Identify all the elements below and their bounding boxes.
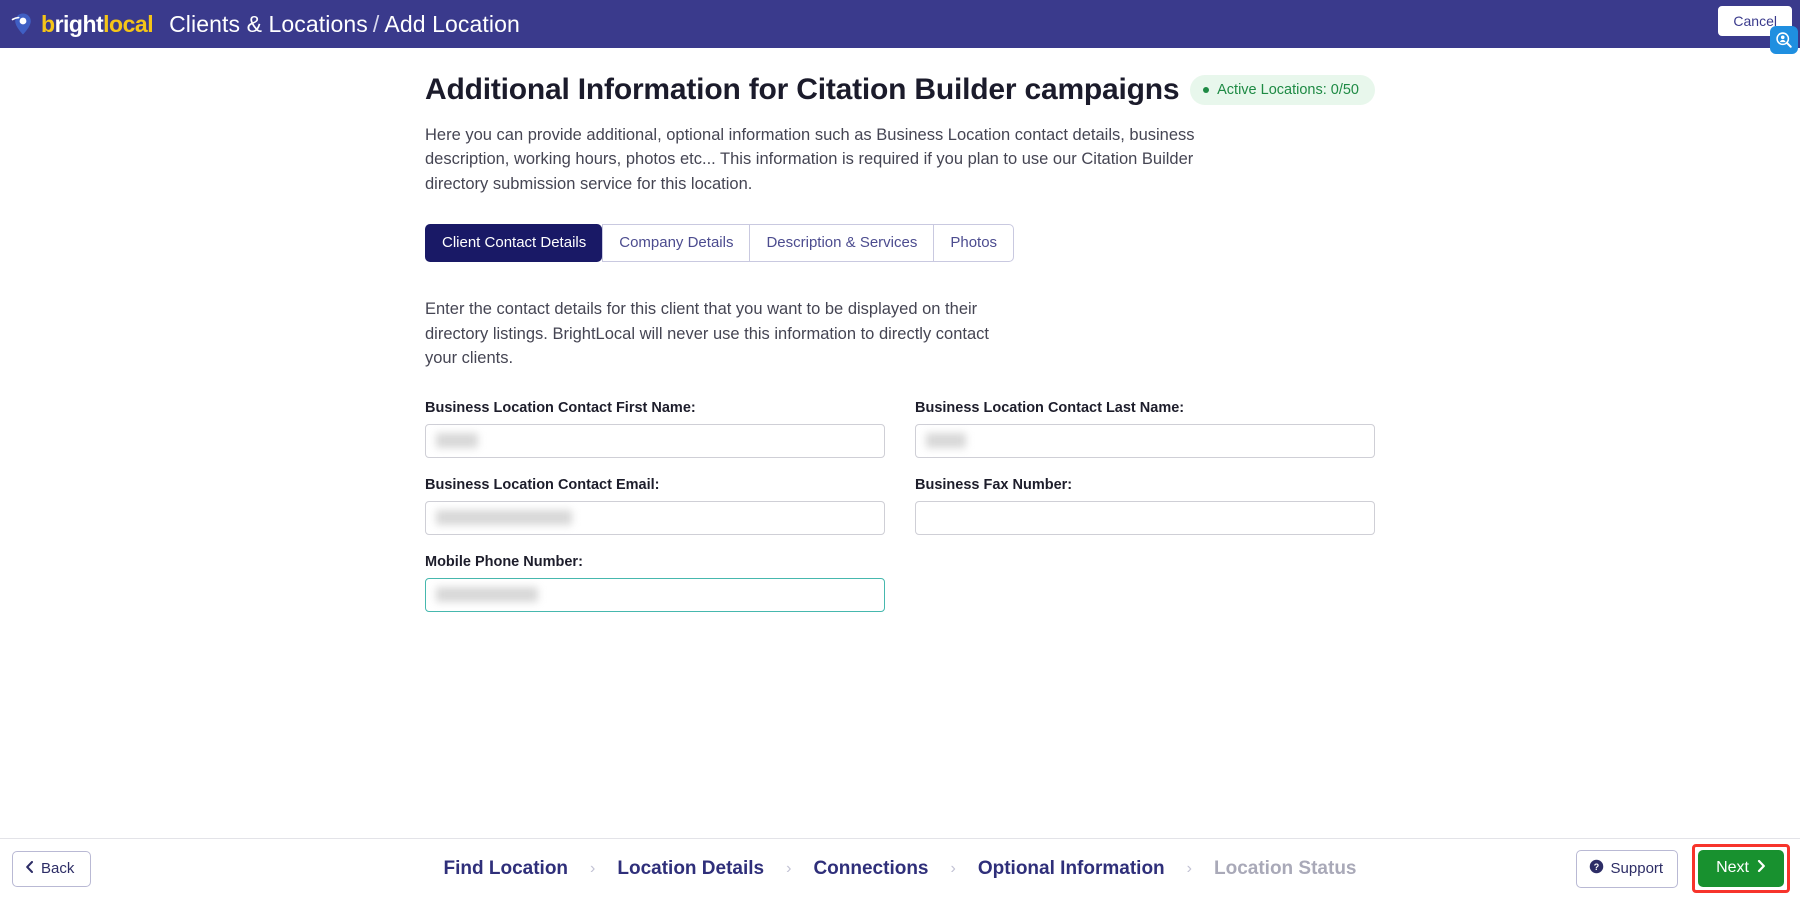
step-optional-information[interactable]: Optional Information: [978, 858, 1165, 880]
form-row: Mobile Phone Number:: [425, 554, 1375, 612]
form-field: Mobile Phone Number:: [425, 554, 885, 612]
optional-information-panel: Additional Information for Citation Buil…: [425, 73, 1375, 631]
step-separator-icon: ›: [590, 860, 595, 878]
step-location-status: Location Status: [1214, 858, 1357, 880]
back-button[interactable]: Back: [12, 851, 91, 887]
step-separator-icon: ›: [1187, 860, 1192, 878]
status-dot-icon: [1203, 87, 1209, 93]
logo-part-3: local: [103, 13, 153, 36]
active-locations-badge: Active Locations: 0/50: [1190, 75, 1375, 105]
support-button[interactable]: ? Support: [1576, 850, 1679, 888]
support-button-label: Support: [1611, 860, 1664, 877]
field-label: Mobile Phone Number:: [425, 554, 885, 570]
form-field: Business Fax Number:: [915, 477, 1375, 535]
field-input-wrapper: [425, 578, 885, 612]
field-label: Business Location Contact Last Name:: [915, 400, 1375, 416]
tab-photos[interactable]: Photos: [933, 224, 1014, 262]
business-fax-number-input[interactable]: [915, 501, 1375, 535]
tab-description-services[interactable]: Description & Services: [749, 224, 933, 262]
page-title: Additional Information for Citation Buil…: [425, 73, 1179, 107]
step-separator-icon: ›: [951, 860, 956, 878]
main-content: Additional Information for Citation Buil…: [0, 48, 1800, 838]
step-find-location[interactable]: Find Location: [443, 858, 568, 880]
wizard-steps: Find Location › Location Details › Connectio…: [443, 858, 1356, 880]
tab-client-contact-details[interactable]: Client Contact Details: [425, 224, 602, 262]
active-locations-label: Active Locations: 0/50: [1217, 82, 1359, 98]
tab-bar: Client Contact DetailsCompany DetailsDes…: [425, 224, 1375, 262]
breadcrumb: Clients & Locations/Add Location: [169, 11, 520, 38]
intro-text: Here you can provide additional, optiona…: [425, 123, 1230, 196]
breadcrumb-current: Add Location: [384, 11, 519, 37]
form-field: Business Location Contact Email:: [425, 477, 885, 535]
form-row: Business Location Contact First Name: Bus…: [425, 400, 1375, 458]
field-input-wrapper: [425, 501, 885, 535]
next-button[interactable]: Next: [1698, 850, 1784, 887]
chevron-right-icon: [1757, 860, 1766, 876]
tab-company-details[interactable]: Company Details: [602, 224, 749, 262]
field-input-wrapper: [915, 501, 1375, 535]
map-pin-icon: [10, 11, 36, 37]
breadcrumb-separator: /: [373, 11, 380, 37]
back-button-label: Back: [41, 860, 74, 877]
field-label: Business Location Contact First Name:: [425, 400, 885, 416]
help-circle-icon: ?: [1589, 859, 1604, 878]
app-header: brightlocal Clients & Locations/Add Loca…: [0, 0, 1800, 48]
field-label: Business Location Contact Email:: [425, 477, 885, 493]
account-search-icon[interactable]: [1770, 26, 1798, 54]
business-location-contact-last-name-input[interactable]: [915, 424, 1375, 458]
next-button-highlight: Next: [1692, 844, 1790, 893]
business-location-contact-first-name-input[interactable]: [425, 424, 885, 458]
field-label: Business Fax Number:: [915, 477, 1375, 493]
step-location-details[interactable]: Location Details: [617, 858, 764, 880]
brightlocal-wordmark: brightlocal: [41, 13, 153, 36]
section-description: Enter the contact details for this clien…: [425, 297, 1010, 370]
chevron-left-icon: [25, 861, 34, 876]
field-input-wrapper: [425, 424, 885, 458]
brightlocal-logo[interactable]: brightlocal: [10, 11, 153, 37]
form-field: Business Location Contact Last Name:: [915, 400, 1375, 458]
breadcrumb-parent[interactable]: Clients & Locations: [169, 11, 368, 37]
step-connections[interactable]: Connections: [813, 858, 928, 880]
logo-part-2: right: [55, 13, 104, 36]
svg-text:?: ?: [1593, 861, 1598, 871]
logo-part-1: b: [41, 13, 55, 36]
form-field: Business Location Contact First Name:: [425, 400, 885, 458]
business-location-contact-email-input[interactable]: [425, 501, 885, 535]
next-button-label: Next: [1716, 859, 1749, 877]
title-row: Additional Information for Citation Buil…: [425, 73, 1375, 107]
footer-actions: ? Support Next: [1576, 844, 1800, 893]
step-separator-icon: ›: [786, 860, 791, 878]
form-row: Business Location Contact Email: Business…: [425, 477, 1375, 535]
wizard-footer: Back Find Location › Location Details › Conn…: [0, 838, 1800, 898]
field-input-wrapper: [915, 424, 1375, 458]
contact-details-form: Business Location Contact First Name: Bus…: [425, 400, 1375, 612]
mobile-phone-number-input[interactable]: [425, 578, 885, 612]
